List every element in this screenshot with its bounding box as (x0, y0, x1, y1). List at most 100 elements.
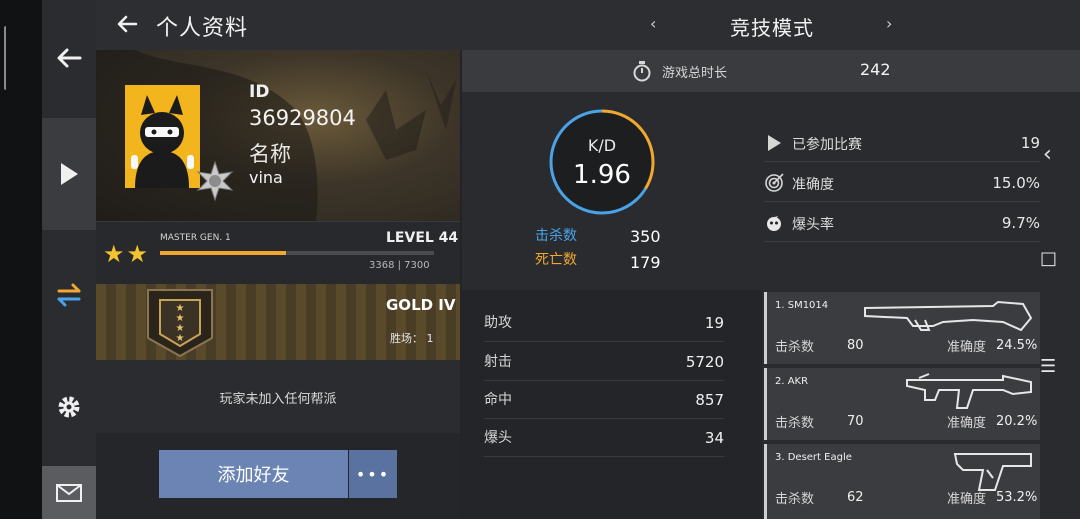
rank-emblem-icon (196, 160, 234, 202)
assists-label: 助攻 (484, 315, 512, 331)
name-label: 名称 (249, 142, 291, 166)
weapon-accuracy-label: 准确度 (947, 340, 987, 355)
svg-text:★: ★ (176, 333, 185, 344)
weapon-accuracy-value: 20.2% (996, 414, 1038, 429)
deaths-value: 179 (630, 253, 661, 272)
deaths-label: 死亡数 (535, 252, 577, 268)
weapon-card-2[interactable]: 2. AKR 击杀数 70 准确度 20.2% (764, 368, 1040, 440)
kills-value: 350 (630, 227, 661, 246)
shotgun-icon (864, 300, 1033, 332)
weapon-kills-value: 80 (847, 338, 864, 353)
gear-icon (58, 396, 80, 418)
ninja-avatar-icon (125, 85, 200, 188)
add-friend-button[interactable]: 添加好友 (159, 450, 348, 498)
matches-value: 19 (1020, 134, 1040, 152)
playtime-label: 游戏总时长 (662, 66, 728, 81)
nav-back-button[interactable] (42, 10, 96, 106)
weapon-accuracy-label: 准确度 (947, 416, 987, 431)
more-options-button[interactable]: ••• (349, 450, 397, 498)
page-title: 个人资料 (156, 16, 249, 41)
system-recent-button[interactable]: □ (1040, 248, 1057, 269)
matches-label: 已参加比赛 (792, 137, 862, 153)
xp-progress-bar (160, 251, 434, 255)
rank-name: GOLD IV (386, 296, 456, 314)
level-label: LEVEL 44 (386, 230, 459, 246)
play-icon (768, 135, 781, 151)
weapon-accuracy-value: 53.2% (996, 490, 1038, 505)
headshot-rate-label: 爆头率 (792, 217, 834, 233)
weapon-card-1[interactable]: 1. SM1014 击杀数 80 准确度 24.5% (764, 292, 1040, 364)
hits-value: 857 (695, 391, 724, 409)
target-icon (765, 173, 784, 192)
kills-label: 击杀数 (535, 228, 577, 244)
nav-mail-button[interactable] (42, 466, 96, 519)
level-stars: ★★ (103, 240, 151, 268)
weapon-kills-label: 击杀数 (775, 416, 815, 431)
mode-prev-button[interactable]: ‹ (650, 14, 656, 33)
mode-next-button[interactable]: › (886, 14, 892, 33)
system-menu-button[interactable]: ☰ (1040, 356, 1056, 377)
stat-row-headshot: 爆头率 9.7% (764, 204, 1040, 242)
weapon-name: 3. Desert Eagle (775, 452, 852, 463)
assists-value: 19 (704, 314, 724, 332)
clan-status-text: 玩家未加入任何帮派 (219, 392, 337, 407)
headshots-label: 爆头 (484, 430, 512, 446)
headshot-rate-value: 9.7% (1001, 214, 1040, 232)
weapon-kills-value: 70 (847, 414, 864, 429)
edge-strip (0, 0, 42, 519)
weapon-kills-label: 击杀数 (775, 340, 815, 355)
id-label: ID (249, 82, 270, 102)
stat-row-matches: 已参加比赛 19 (764, 124, 1040, 162)
gold-rank-chevron-icon: ★ ★ ★ ★ (147, 289, 213, 358)
nav-play-button[interactable] (42, 118, 96, 230)
hits-row: 命中 857 (484, 381, 724, 419)
nav-swap-button[interactable] (42, 240, 96, 350)
play-icon (61, 163, 78, 185)
shots-row: 射击 5720 (484, 343, 724, 381)
headshots-value: 34 (704, 429, 724, 447)
name-value: vina (249, 168, 283, 187)
assists-row: 助攻 19 (484, 304, 724, 342)
profile-panel: ID 36929804 名称 vina (96, 50, 460, 221)
level-panel: ★★ MASTER GEN. 1 LEVEL 44 3368 | 7300 (96, 221, 460, 284)
mode-title: 竞技模式 (730, 16, 814, 40)
weapon-card-3[interactable]: 3. Desert Eagle 击杀数 62 准确度 53.2% (764, 444, 1040, 519)
rank-wins: 胜场： 1 (390, 332, 434, 345)
header: 个人资料 ‹ 竞技模式 › (96, 0, 1080, 50)
playtime-row: 游戏总时长 242 (462, 50, 1080, 92)
headshot-icon (767, 214, 781, 231)
pistol-icon (953, 453, 1032, 491)
nav-settings-button[interactable] (42, 358, 96, 456)
weapon-name: 2. AKR (775, 376, 809, 387)
left-nav (42, 0, 96, 519)
avatar[interactable] (125, 85, 200, 188)
xp-value: 3368 | 7300 (369, 260, 430, 271)
kd-value: 1.96 (573, 160, 631, 190)
weapon-kills-label: 击杀数 (775, 492, 815, 507)
playtime-value: 242 (860, 60, 891, 79)
weapon-kills-value: 62 (847, 490, 864, 505)
level-rank-title: MASTER GEN. 1 (160, 233, 231, 243)
id-value: 36929804 (249, 106, 356, 130)
accuracy-label: 准确度 (792, 177, 834, 193)
app-root: 个人资料 ‹ 竞技模式 › ID 36929804 名称 vina ★★ MAS… (0, 0, 1080, 519)
header-back-icon[interactable] (116, 14, 138, 34)
kd-label: K/D (587, 136, 617, 155)
shots-value: 5720 (685, 353, 724, 371)
mail-icon (56, 483, 82, 502)
back-arrow-icon (57, 48, 82, 68)
headshots-row: 爆头 34 (484, 419, 724, 457)
rank-panel: ★ ★ ★ ★ GOLD IV 胜场： 1 (96, 284, 460, 360)
weapon-name: 1. SM1014 (775, 300, 829, 311)
weapon-accuracy-value: 24.5% (996, 338, 1038, 353)
swap-arrows-icon (57, 283, 81, 307)
stopwatch-icon (633, 61, 651, 82)
detail-stats: 助攻 19 射击 5720 命中 857 爆头 34 (462, 290, 762, 519)
clan-panel: 玩家未加入任何帮派 (96, 360, 460, 433)
weapon-accuracy-label: 准确度 (947, 492, 987, 507)
shots-label: 射击 (484, 354, 512, 370)
edge-handle[interactable] (4, 26, 8, 90)
action-bar: 添加好友 ••• (96, 433, 460, 519)
stat-row-accuracy: 准确度 15.0% (764, 164, 1040, 202)
system-back-button[interactable]: ‹ (1043, 142, 1052, 167)
